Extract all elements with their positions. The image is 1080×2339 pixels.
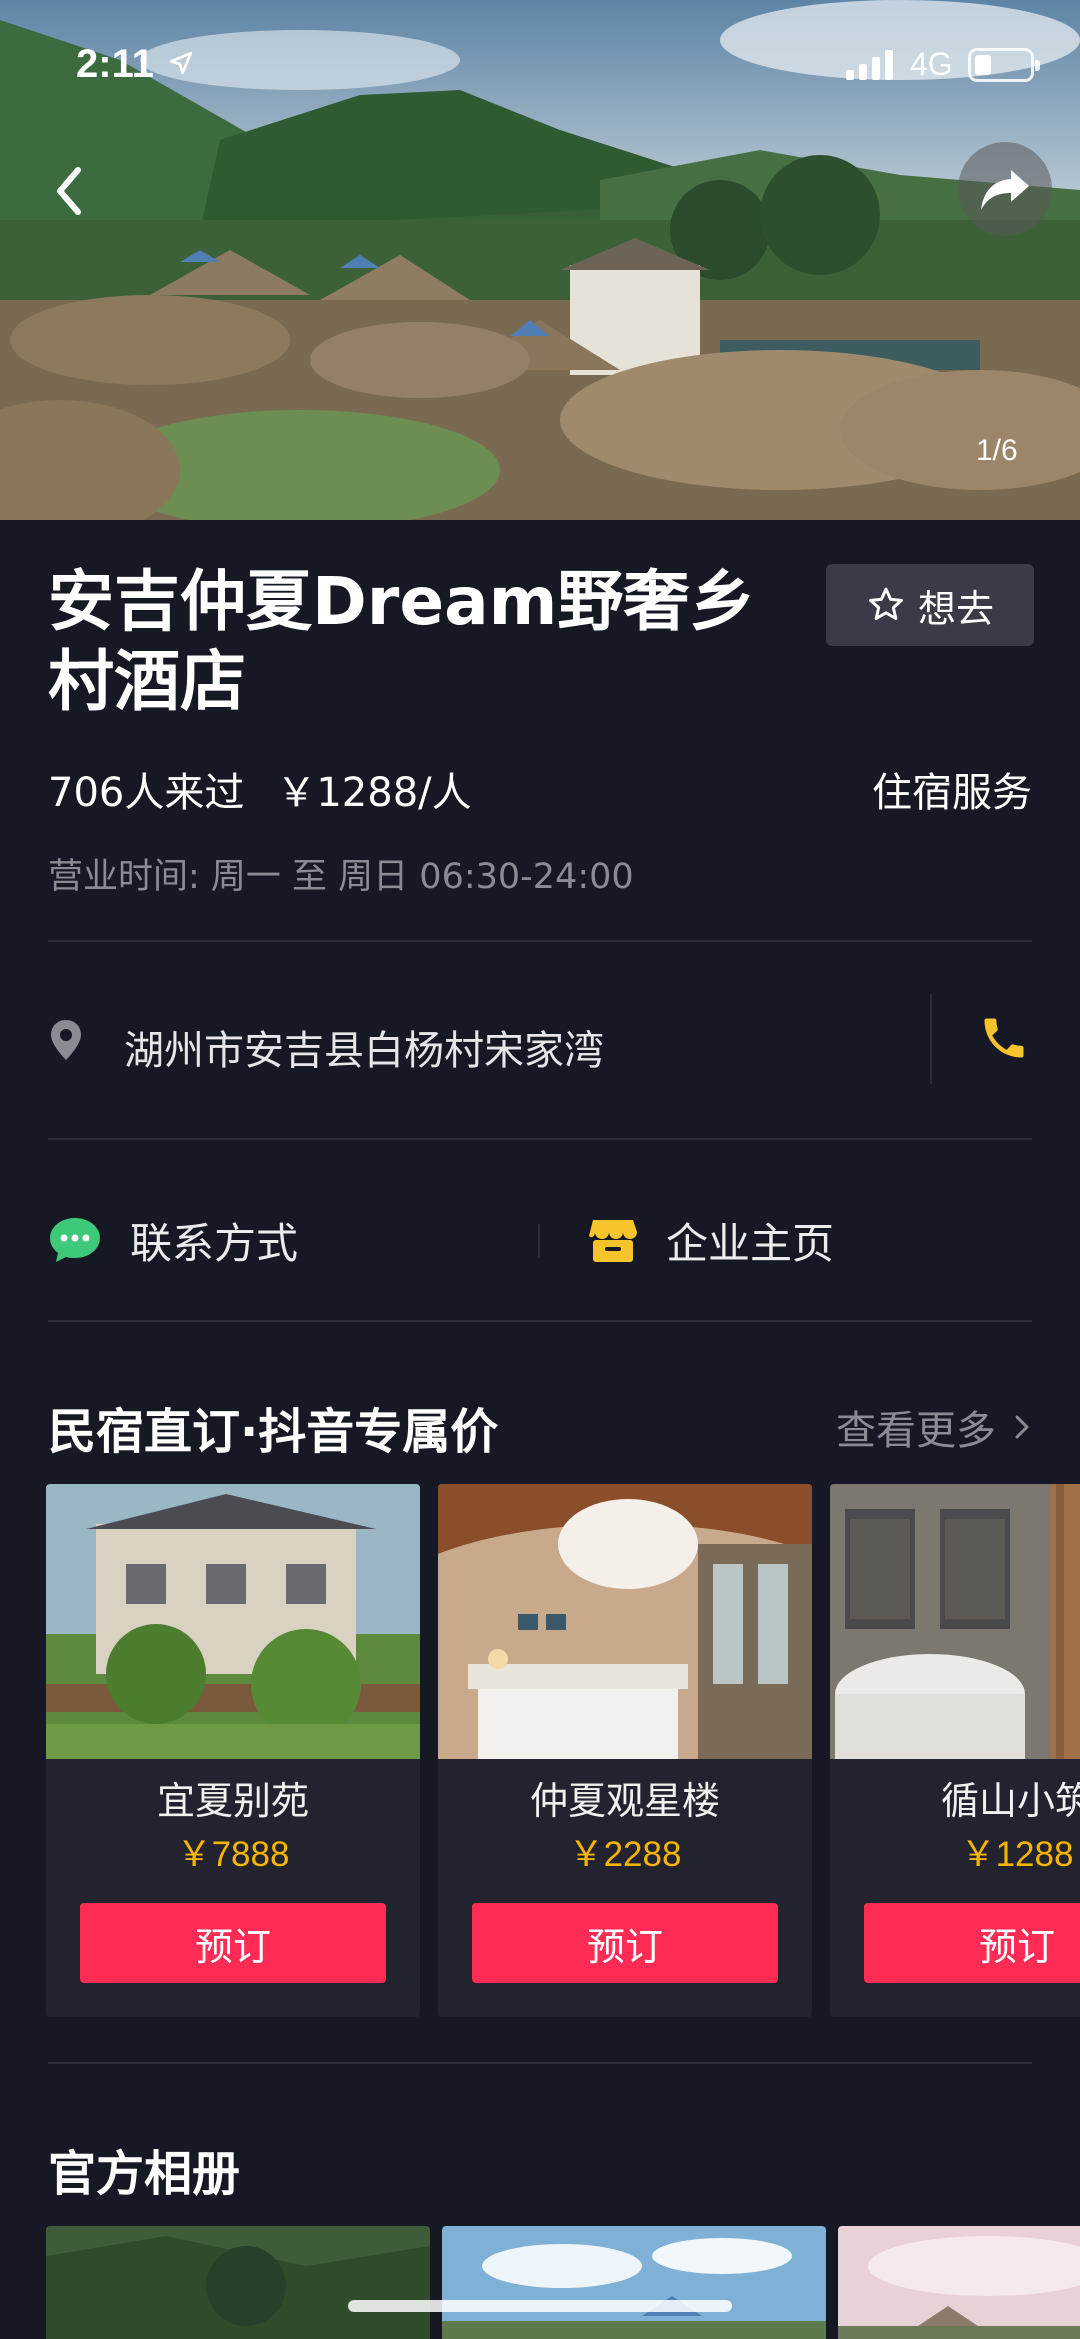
- album-carousel[interactable]: [46, 2226, 1080, 2339]
- page-title: 安吉仲夏Dream野奢乡村酒店: [48, 563, 756, 720]
- see-more-link[interactable]: 查看更多: [836, 1398, 1032, 1456]
- status-bar: 2:11 4G: [0, 0, 1080, 130]
- avg-price: ￥1288/人: [276, 770, 472, 816]
- star-icon: [868, 587, 903, 620]
- room-name: 宜夏别苑: [156, 1779, 309, 1823]
- network-type: 4G: [910, 46, 953, 82]
- room-name: 仲夏观星楼: [529, 1779, 720, 1823]
- room-photo: [46, 1484, 420, 1759]
- contact-label: 联系方式: [130, 1218, 299, 1268]
- poi-category: 住宿服务: [872, 770, 1032, 816]
- map-pin-icon: [51, 1020, 81, 1060]
- share-icon: [981, 170, 1029, 210]
- address-row[interactable]: 湖州市安吉县白杨村宋家湾: [48, 990, 1032, 1090]
- company-page-link[interactable]: 企业主页: [588, 1200, 834, 1280]
- room-card[interactable]: 仲夏观星楼 ￥2288 预订: [438, 1484, 812, 2017]
- book-button[interactable]: 预订: [864, 1903, 1080, 1983]
- company-label: 企业主页: [666, 1218, 835, 1268]
- room-card[interactable]: 循山小筑 ￥1288 预订: [830, 1484, 1080, 2017]
- signal-icon: [846, 50, 893, 80]
- shop-icon: [589, 1220, 637, 1262]
- location-arrow-icon: [169, 51, 193, 75]
- poi-meta: 706人来过 ￥1288/人: [48, 760, 472, 818]
- see-more-label: 查看更多: [836, 1408, 996, 1454]
- room-card[interactable]: 宜夏别苑 ￥7888 预订: [46, 1484, 420, 2017]
- want-to-go-button[interactable]: 想去: [826, 564, 1034, 646]
- share-button[interactable]: [958, 142, 1052, 236]
- divider: [48, 2062, 1032, 2064]
- divider: [538, 1224, 540, 1258]
- album-section-title: 官方相册: [48, 2146, 241, 2202]
- back-arrow-icon[interactable]: [48, 160, 94, 222]
- battery-icon: [968, 48, 1040, 82]
- divider: [48, 1138, 1032, 1140]
- booking-section-title: 民宿直订·抖音专属价: [48, 1404, 499, 1460]
- clock: 2:11: [76, 42, 154, 86]
- address-text: 湖州市安吉县白杨村宋家湾: [124, 1028, 604, 1074]
- divider: [930, 994, 932, 1084]
- carousel-page-indicator: 1/6: [976, 434, 1018, 467]
- contact-link[interactable]: 联系方式: [48, 1200, 298, 1280]
- album-photo[interactable]: [442, 2226, 826, 2339]
- divider: [48, 940, 1032, 942]
- chat-bubble-icon: [50, 1218, 100, 1262]
- album-photo[interactable]: [46, 2226, 430, 2339]
- chevron-right-icon: [1015, 1415, 1029, 1439]
- room-cards-carousel[interactable]: 宜夏别苑 ￥7888 预订 仲夏观星楼 ￥2288 预订 循山小筑 ￥1288 …: [46, 1484, 1080, 2019]
- quick-links: 联系方式 企业主页: [48, 1200, 1032, 1280]
- want-to-go-label: 想去: [917, 586, 994, 631]
- business-hours: 营业时间: 周一 至 周日 06:30-24:00: [48, 857, 634, 897]
- room-price: ￥7888: [176, 1835, 290, 1874]
- room-price: ￥2288: [568, 1835, 682, 1874]
- room-photo: [830, 1484, 1080, 1759]
- album-photo[interactable]: [838, 2226, 1080, 2339]
- room-price: ￥1288: [960, 1835, 1074, 1874]
- hero-image-carousel[interactable]: 2:11 4G 1/6: [0, 0, 1080, 520]
- room-name: 循山小筑: [940, 1779, 1080, 1823]
- book-button[interactable]: 预订: [472, 1903, 778, 1983]
- home-indicator[interactable]: [348, 2300, 732, 2312]
- divider: [48, 1320, 1032, 1322]
- visitor-count: 706人来过: [48, 770, 245, 816]
- book-button[interactable]: 预订: [80, 1903, 386, 1983]
- room-photo: [438, 1484, 812, 1759]
- phone-icon[interactable]: [978, 1012, 1030, 1064]
